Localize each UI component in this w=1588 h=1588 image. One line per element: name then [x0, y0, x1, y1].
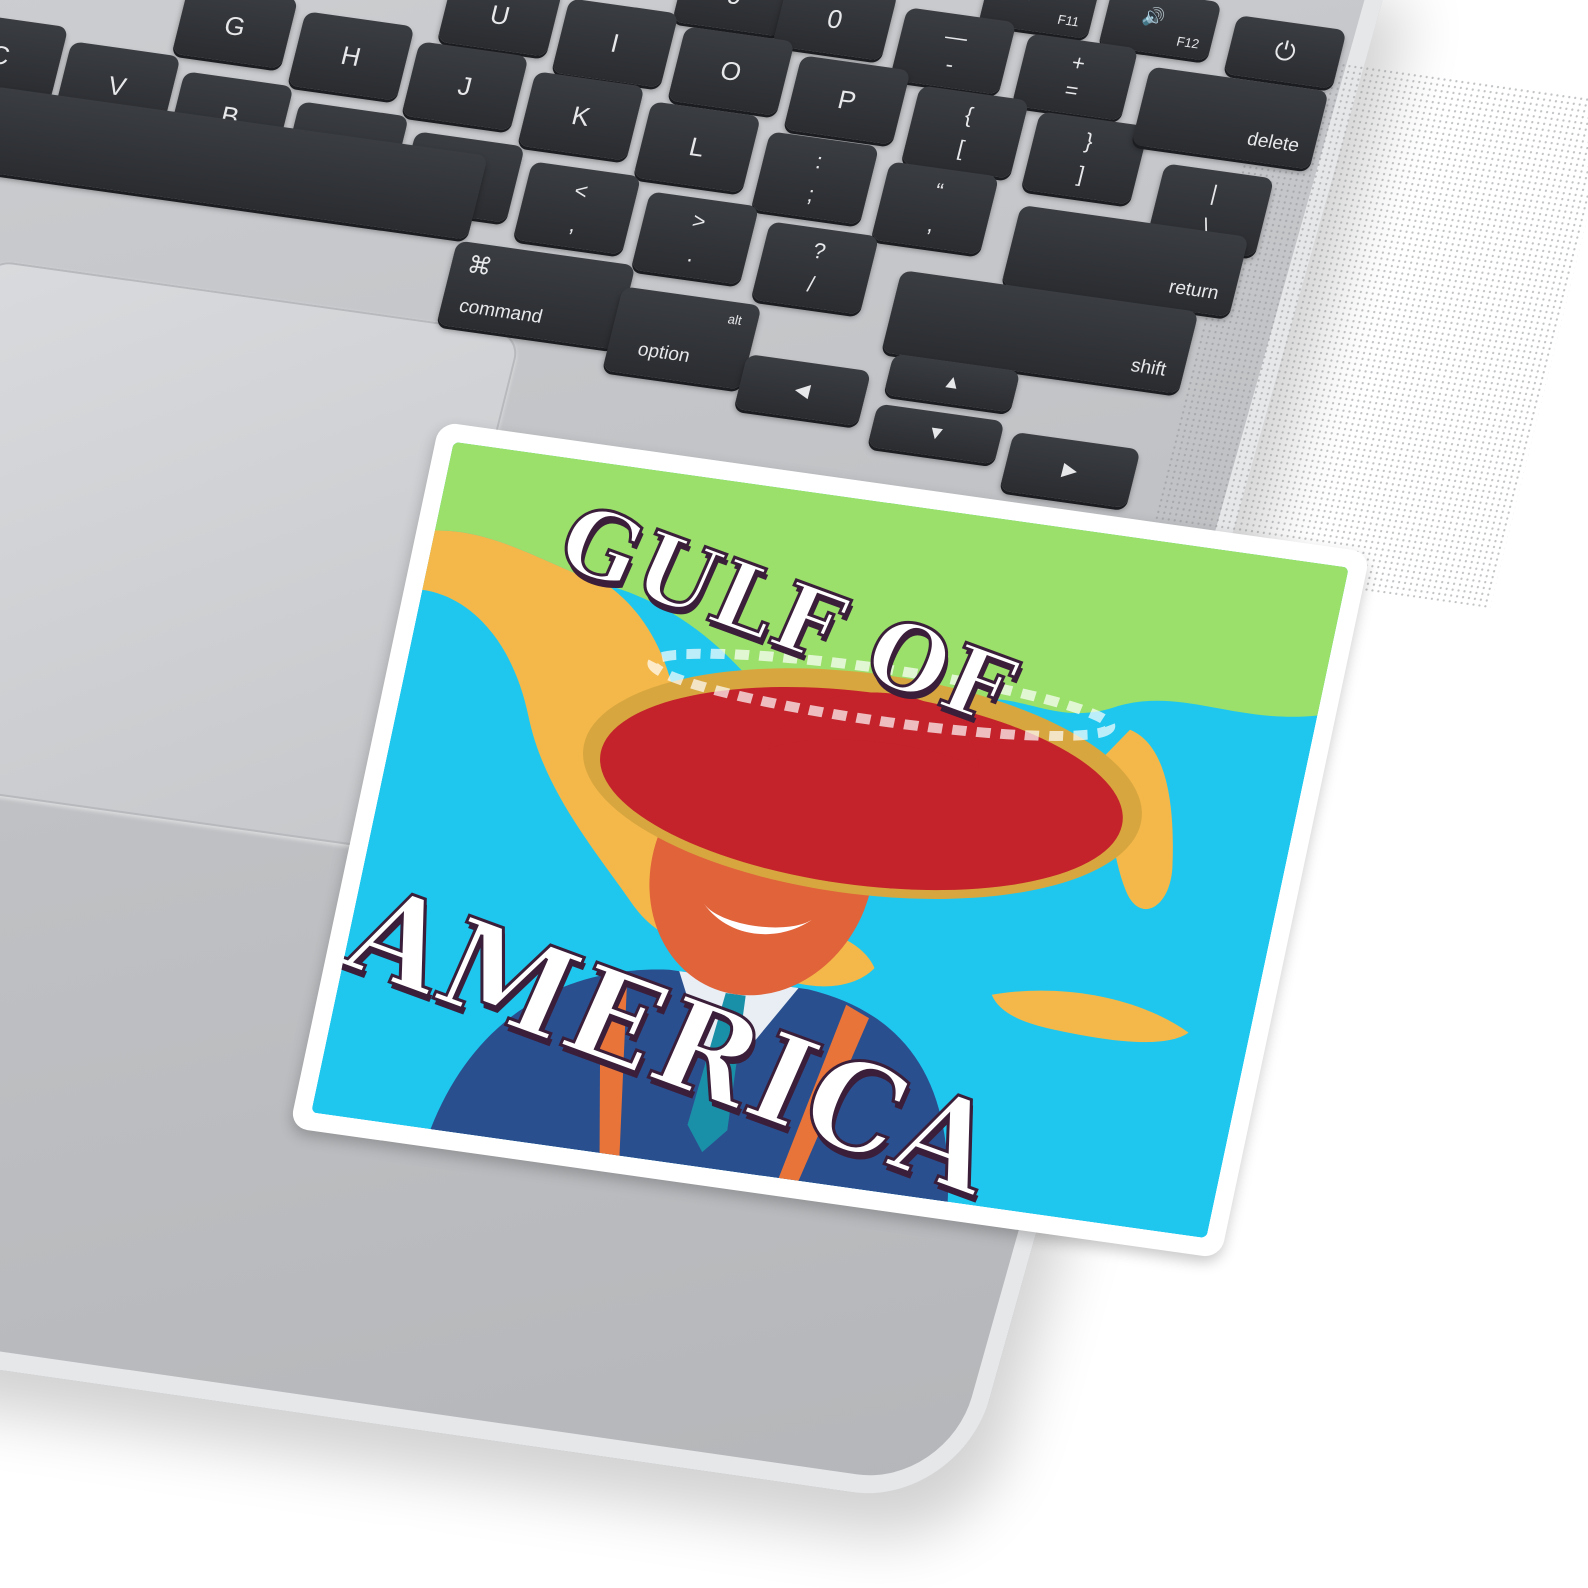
key-0-label: 0 — [824, 2, 846, 35]
key-h[interactable]: H — [287, 11, 415, 101]
key-period[interactable]: > . — [630, 191, 760, 285]
key-command-label: command — [456, 295, 545, 328]
key-g-label: G — [221, 9, 249, 42]
key-arrow-down[interactable]: ▼ — [867, 403, 1005, 465]
key-p[interactable]: P — [783, 55, 911, 145]
key-semicolon-top: : — [813, 148, 826, 174]
key-j-label: J — [455, 69, 476, 102]
key-return-label: return — [1166, 276, 1221, 305]
key-k-label: K — [568, 99, 594, 132]
key-delete-label: delete — [1244, 128, 1302, 157]
key-power[interactable]: ⏻ — [1223, 15, 1347, 89]
key-o-label: O — [717, 54, 745, 87]
volume-low-icon: 🔉 — [1023, 0, 1050, 4]
key-bracket-right-top: } — [1082, 128, 1096, 154]
key-bracket-left-bottom: [ — [954, 135, 968, 161]
key-arrow-right[interactable]: ▶ — [999, 431, 1141, 509]
key-l[interactable]: L — [633, 101, 761, 193]
key-bracket-right-bottom: ] — [1074, 161, 1088, 187]
key-comma[interactable]: < , — [512, 161, 642, 255]
arrow-up-icon: ▲ — [940, 370, 964, 395]
key-shift-label: shift — [1128, 355, 1169, 381]
key-quote[interactable]: “ , — [870, 161, 1000, 255]
key-quote-bottom: , — [924, 211, 938, 237]
key-slash[interactable]: ? / — [750, 221, 880, 315]
key-f11-label: F11 — [1056, 11, 1081, 30]
key-alt-label: alt — [726, 311, 744, 328]
arrow-down-icon: ▼ — [924, 421, 948, 446]
key-semicolon[interactable]: : ; — [750, 131, 880, 225]
power-icon: ⏻ — [1271, 34, 1300, 68]
key-semicolon-bottom: ; — [804, 181, 818, 207]
key-bracket-left-top: { — [962, 102, 976, 128]
key-g[interactable]: G — [171, 0, 299, 69]
key-minus[interactable]: — - — [889, 7, 1017, 95]
key-u-label: U — [487, 0, 514, 31]
key-option[interactable]: alt option — [602, 286, 762, 390]
key-i-label: I — [607, 27, 623, 58]
key-command[interactable]: ⌘ command — [436, 240, 636, 350]
key-o[interactable]: O — [667, 26, 795, 116]
key-comma-bottom: , — [566, 211, 580, 237]
key-k[interactable]: K — [517, 71, 645, 161]
key-comma-top: < — [571, 177, 591, 205]
key-c[interactable]: C — [0, 10, 69, 100]
volume-high-icon: 🔊 — [1140, 5, 1168, 29]
key-c-label: C — [0, 38, 14, 71]
key-period-top: > — [689, 207, 709, 235]
arrow-right-icon: ▶ — [1060, 458, 1080, 482]
sticker-artwork: GULF OF AMERICA — [311, 441, 1349, 1239]
key-9-label: 9 — [724, 0, 746, 11]
sticker: GULF OF AMERICA — [289, 421, 1371, 1259]
key-j[interactable]: J — [401, 41, 529, 131]
key-slash-top: ? — [810, 237, 829, 264]
key-h-label: H — [338, 39, 365, 72]
key-arrow-left[interactable]: ◀ — [733, 353, 872, 427]
key-p-label: P — [834, 83, 860, 116]
key-f12-label: F12 — [1175, 33, 1201, 52]
key-backslash-top: | — [1208, 180, 1221, 206]
key-v-label: V — [104, 69, 130, 102]
command-symbol-icon: ⌘ — [464, 251, 495, 282]
key-option-label: option — [635, 339, 692, 367]
arrow-left-icon: ◀ — [792, 378, 813, 402]
scene: F11 🔉 F12 🔊 ⏻ 9 0 — - + = U I — [0, 0, 1588, 1588]
key-slash-bottom: / — [804, 271, 818, 297]
key-period-bottom: . — [684, 241, 698, 267]
key-plus[interactable]: + = — [1011, 33, 1139, 121]
key-quote-top: “ — [932, 178, 946, 204]
key-bracket-right[interactable]: } ] — [1020, 111, 1150, 205]
key-i[interactable]: I — [551, 0, 679, 88]
key-l-label: L — [686, 130, 708, 163]
